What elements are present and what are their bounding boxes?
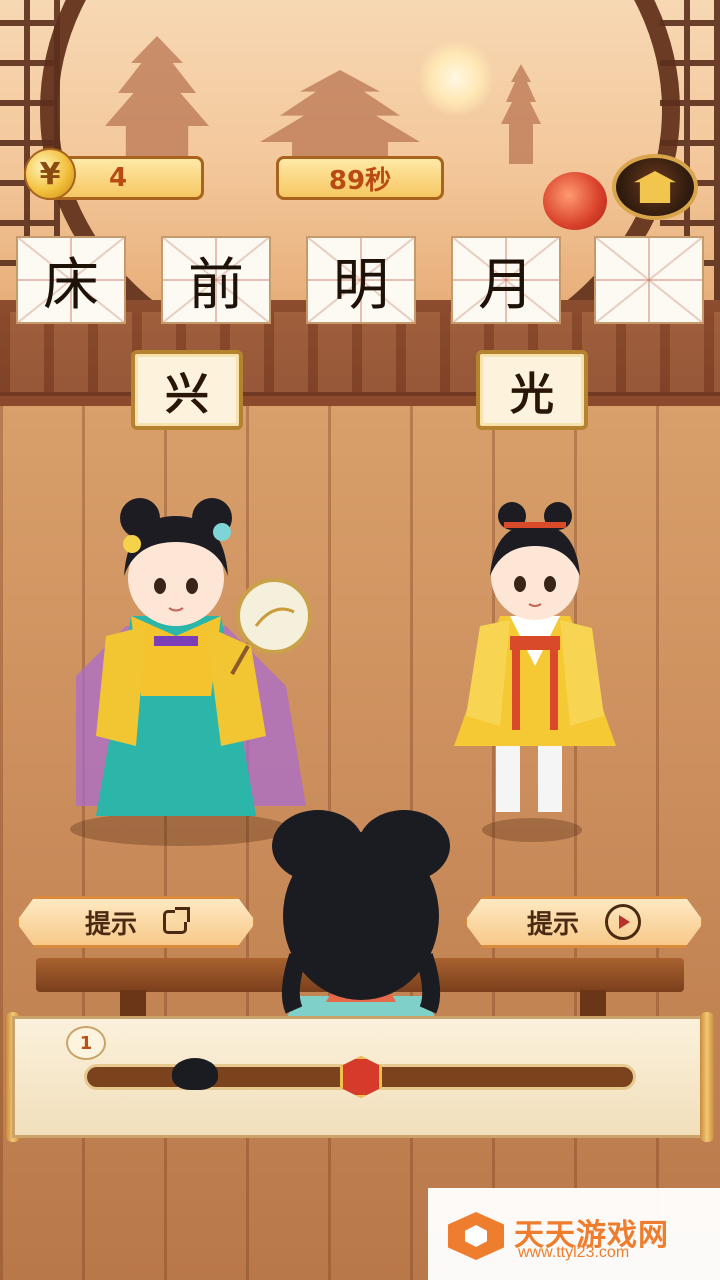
character-girl-in-yellow[interactable] [440,496,630,836]
play-video-icon [605,904,641,940]
watermark-url: www.ttyl23.com [518,1244,630,1261]
choice-tile-2[interactable]: 光 [476,350,588,430]
floor-edge [0,396,720,406]
share-icon [163,907,190,934]
hint-video-label: 提示 [526,909,579,940]
countdown-timer: 89秒 [276,156,444,200]
hint-share-button[interactable]: 提示 [16,896,256,948]
word-cell-char: 月 [478,252,534,318]
coin-icon: ¥ [24,148,76,200]
word-cell-char: 明 [333,252,389,318]
player-progress-marker [172,1058,218,1090]
red-lantern [543,172,607,230]
word-cell-4[interactable]: 月 [451,236,561,324]
word-cell-3[interactable]: 明 [306,236,416,324]
scroll-rod-right [700,1012,714,1142]
coin-count: 4 [109,163,128,193]
level-badge: 1 [66,1026,106,1060]
hint-video-button[interactable]: 提示 [464,896,704,948]
timer-value: 89秒 [328,165,392,196]
word-cell-char: 床 [43,252,99,318]
word-cell-char: 前 [188,252,244,318]
choice-tile-1[interactable]: 兴 [131,350,243,430]
word-cell-2[interactable]: 前 [161,236,271,324]
balcony-railing [0,312,720,392]
choice-char: 光 [510,369,554,420]
character-lady-with-fan[interactable] [36,486,316,832]
hint-share-label: 提示 [84,909,137,940]
word-cell-1[interactable]: 床 [16,236,126,324]
palace-icon [634,171,676,203]
palace-map-button[interactable] [612,154,698,220]
character-player-back [272,810,450,1020]
choice-char: 兴 [165,369,209,420]
poem-line: 床 前 明 月 [16,236,706,324]
word-cell-empty[interactable] [594,236,704,324]
